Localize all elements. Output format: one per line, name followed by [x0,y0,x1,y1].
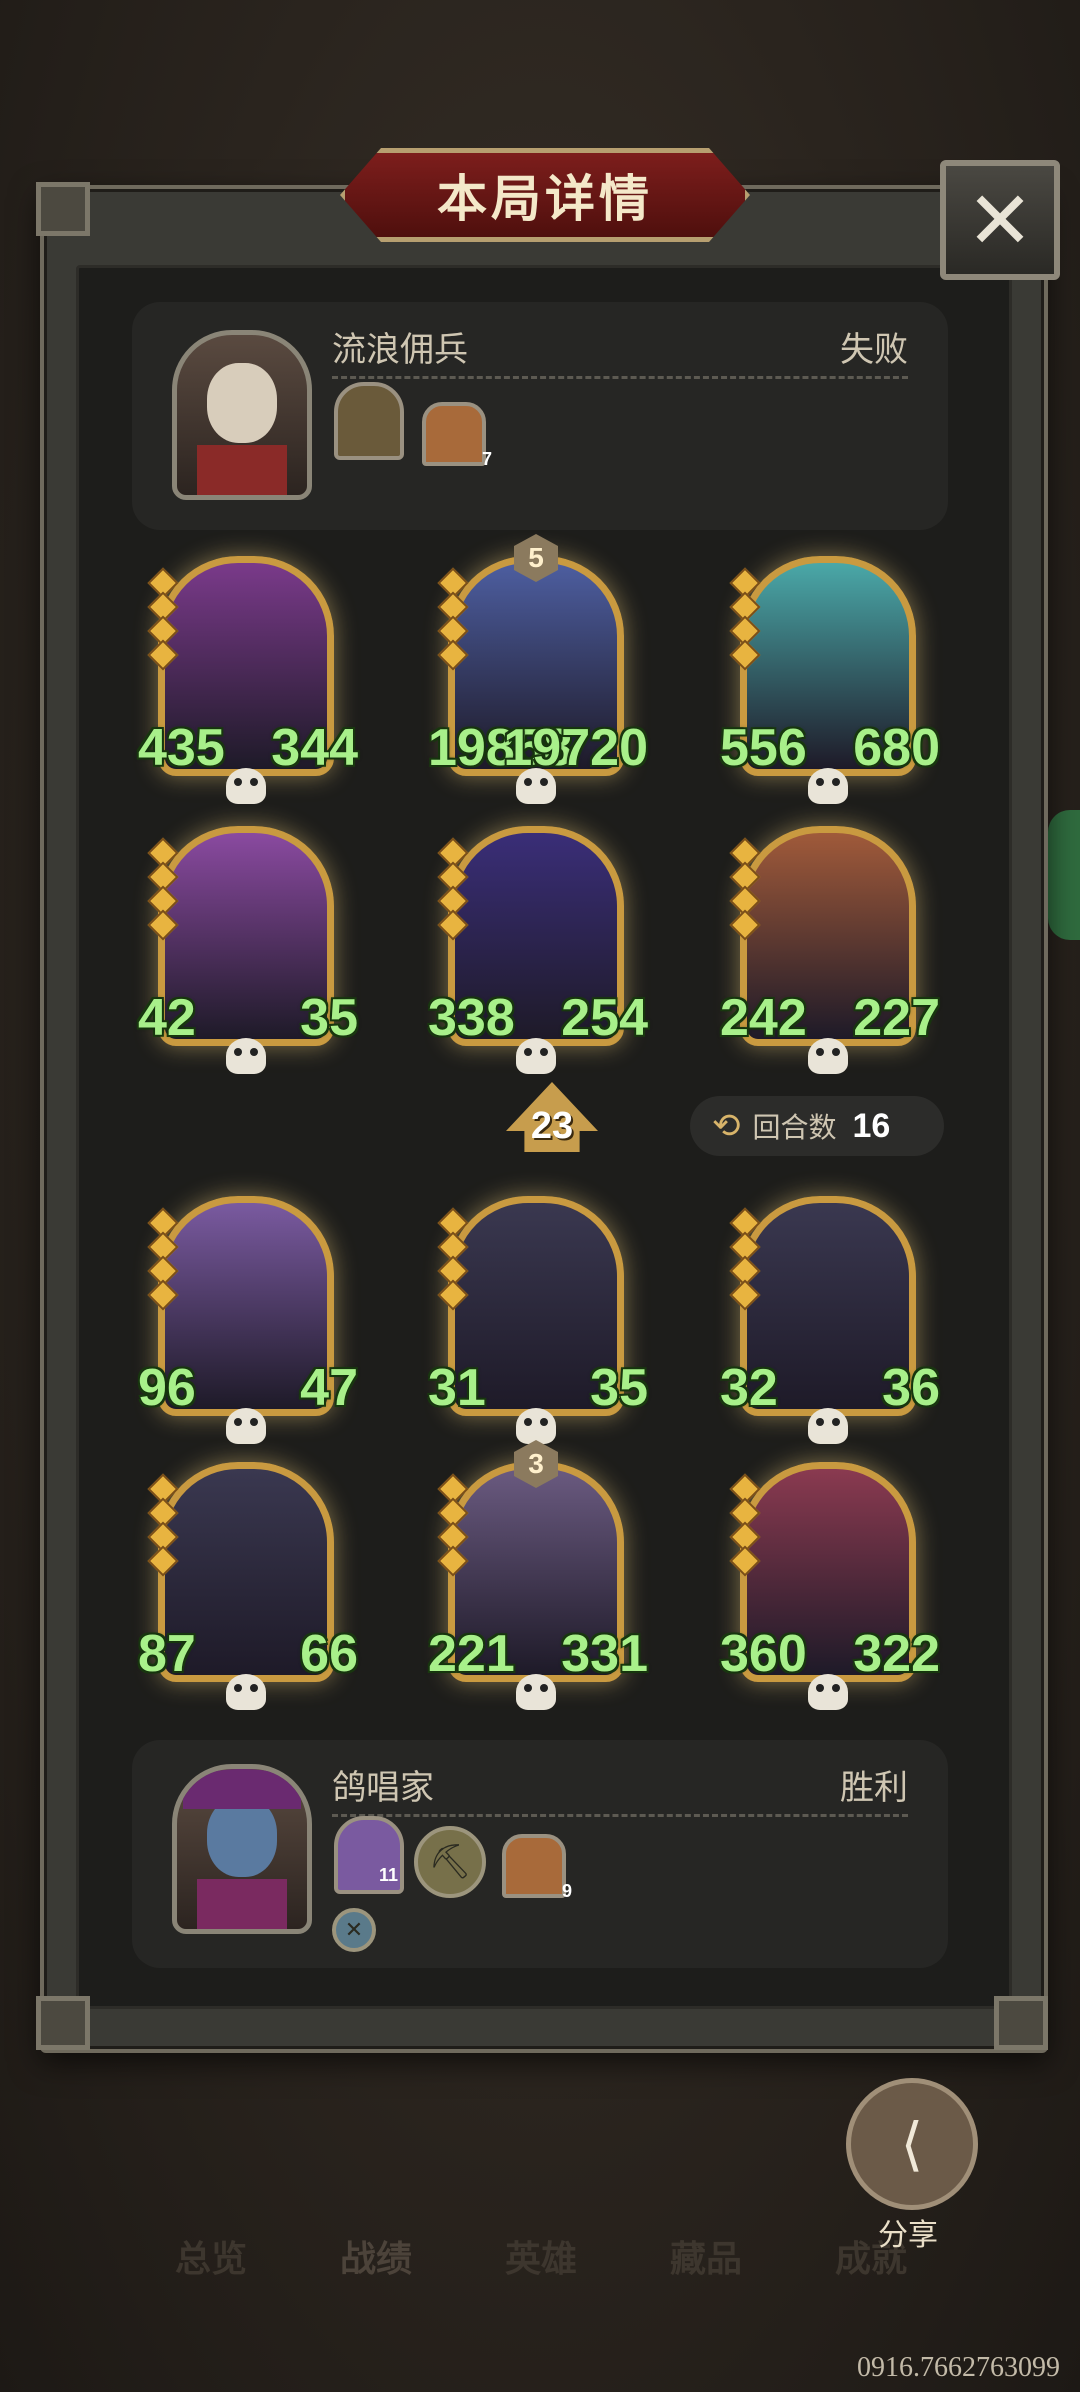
skull-icon [226,1408,266,1444]
user-id: 0916.7662763099 [857,2352,1060,2383]
hero-health: 331 [561,1625,648,1683]
hero-attack: 221 [428,1625,515,1683]
divider [332,376,908,379]
player-result: 胜利 [840,1769,908,1807]
hero-stars [729,1207,761,1311]
hero-health: 47 [300,1359,358,1417]
skull-icon [226,768,266,804]
nav-overview[interactable]: 总览 [175,2230,247,2282]
turn-counter: ⟲ 回合数 16 [690,1096,944,1156]
hero-card[interactable]: 42 35 [138,826,358,1074]
hero-attack: 556 [720,719,807,777]
hero-stars [437,837,469,941]
hero-attack: 31 [428,1359,486,1417]
opponent-card: 流浪佣兵 失败 7 [132,302,948,530]
turn-label: 回合数 [752,1112,837,1143]
skull-icon [226,1674,266,1710]
frame-corner [36,1996,90,2050]
tavern-tier: 9 [561,1881,572,1901]
hero-health: 36 [882,1359,940,1417]
hero-attack: 96 [138,1359,196,1417]
nav-collection[interactable]: 藏品 [670,2230,742,2282]
crossed-swords-icon[interactable]: ✕ [332,1908,376,1952]
hero-health: 680 [853,719,940,777]
hero-attack: 338 [428,989,515,1047]
side-chat-tab[interactable] [1048,810,1080,940]
turn-value: 16 [852,1106,891,1145]
hero-attack: 435 [138,719,225,777]
hero-stars [437,1473,469,1577]
tavern-icon[interactable]: 7 [422,402,492,469]
hero-health: 19720 [503,719,648,777]
opponent-avatar[interactable] [172,330,312,500]
frame-corner [36,182,90,236]
skull-icon [516,1038,556,1074]
share-label: 分享 [878,2219,938,2252]
hero-card[interactable]: 31 35 [428,1196,648,1444]
hero-card[interactable]: 3 221 331 [428,1440,648,1710]
hero-card[interactable]: 338 254 [428,826,648,1074]
hero-card[interactable]: 5 19858 19720 [428,534,648,804]
hero-health: 35 [300,989,358,1047]
pickaxe-icon[interactable]: ⛏ [414,1826,486,1898]
hero-health: 66 [300,1625,358,1683]
title-banner: 本局详情 [340,148,750,242]
hero-power-icon[interactable]: 11 [334,1816,404,1894]
player-card: 鸽唱家 胜利 11 ⛏ 9 ✕ [132,1740,948,1968]
hero-attack: 32 [720,1359,778,1417]
player-name: 鸽唱家 [332,1769,434,1807]
skull-icon [226,1038,266,1074]
hero-attack: 42 [138,989,196,1047]
player-avatar[interactable] [172,1764,312,1934]
hero-attack: 360 [720,1625,807,1683]
hero-attack: 87 [138,1625,196,1683]
skull-icon [516,1408,556,1444]
nav-records[interactable]: 战绩 [340,2230,412,2282]
hero-power-cost: 11 [378,1865,398,1885]
hero-stars [147,837,179,941]
skull-icon [516,1674,556,1710]
opponent-name: 流浪佣兵 [332,331,468,369]
close-icon: ✕ [966,175,1034,265]
share-icon: ⟨ [900,2112,924,2177]
hero-card[interactable]: 435 344 [138,556,358,804]
opponent-result: 失败 [840,331,908,369]
hero-card[interactable]: 96 47 [138,1196,358,1444]
hero-attack: 242 [720,989,807,1047]
hero-card[interactable]: 242 227 [720,826,940,1074]
refresh-icon: ⟲ [712,1107,741,1145]
skull-icon [808,768,848,804]
hero-power-icon[interactable] [334,382,404,460]
hero-stars [437,567,469,671]
hero-card[interactable]: 360 322 [720,1462,940,1710]
page-title: 本局详情 [437,171,653,227]
tavern-level: 23 [530,1105,574,1147]
share-button[interactable]: ⟨ [846,2078,978,2210]
hero-health: 344 [271,719,358,777]
close-button[interactable]: ✕ [940,160,1060,280]
hero-stars [147,1473,179,1577]
hero-stars [729,567,761,671]
skull-icon [808,1408,848,1444]
hero-health: 227 [853,989,940,1047]
hero-stars [729,837,761,941]
tavern-icon[interactable]: 9 [502,1834,572,1901]
hero-health: 254 [561,989,648,1047]
hero-card[interactable]: 556 680 [720,556,940,804]
hero-stars [729,1473,761,1577]
tavern-tier: 7 [481,449,492,469]
frame-corner [994,1996,1048,2050]
nav-heroes[interactable]: 英雄 [505,2230,577,2282]
divider [332,1814,908,1817]
skull-icon [808,1038,848,1074]
hero-health: 35 [590,1359,648,1417]
skull-icon [808,1674,848,1710]
hero-stars [147,567,179,671]
hero-health: 322 [853,1625,940,1683]
hero-stars [147,1207,179,1311]
skull-icon [516,768,556,804]
hero-card[interactable]: 87 66 [138,1462,358,1710]
hero-stars [437,1207,469,1311]
hero-card[interactable]: 32 36 [720,1196,940,1444]
